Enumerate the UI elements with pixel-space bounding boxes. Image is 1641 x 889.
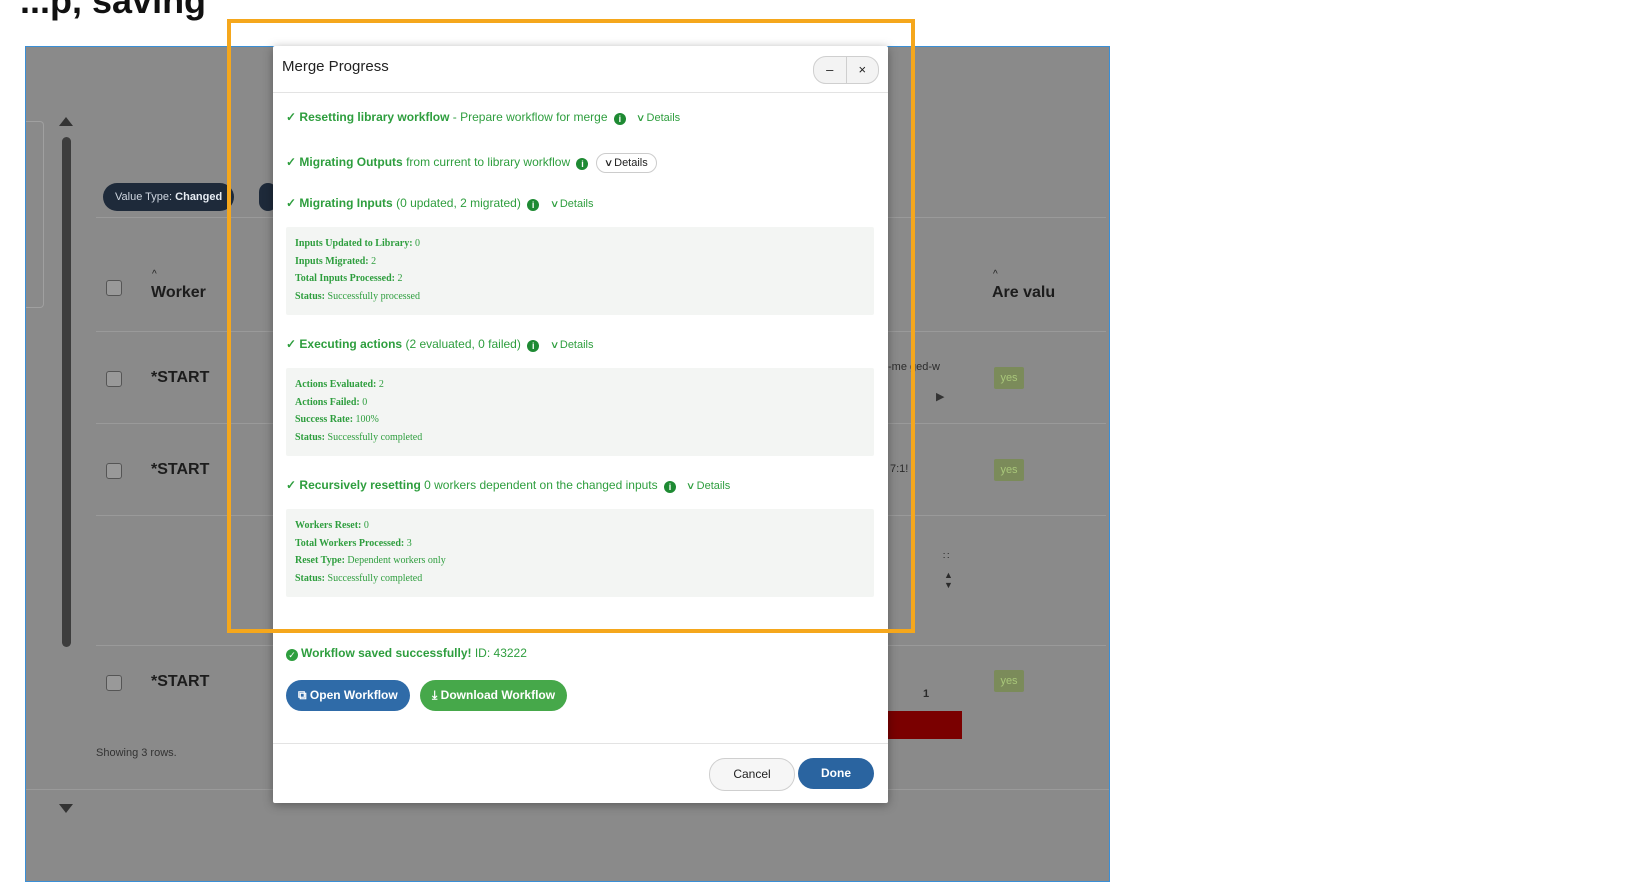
details-toggle[interactable]: ∨Details [686, 480, 730, 492]
details-toggle[interactable]: ∨Details [549, 339, 593, 351]
details-toggle[interactable]: ∨Details [549, 198, 593, 210]
status-badge: yes [994, 670, 1024, 692]
details-toggle[interactable]: ∨Details [636, 112, 680, 124]
step-description: (0 updated, 2 migrated) [392, 196, 521, 210]
play-icon[interactable]: ▶ [936, 390, 944, 403]
step-description: 0 workers dependent on the changed input… [420, 478, 658, 492]
sort-icon[interactable]: ^ [152, 269, 157, 280]
step-title: Migrating Inputs [299, 196, 393, 210]
step-migrate-outputs: ✓ Migrating Outputs from current to libr… [286, 153, 657, 173]
cell-fragment: -me ged-w [888, 361, 940, 373]
check-icon: ✓ [286, 196, 297, 210]
chip-label: Value Type: [115, 191, 173, 203]
detail-line: Status: Successfully completed [295, 572, 423, 584]
check-icon: ✓ [286, 155, 297, 169]
chevron-down-icon: ∨ [549, 340, 559, 351]
detail-line: Inputs Updated to Library: 0 [295, 238, 421, 249]
detail-line: Total Workers Processed: 3 [295, 537, 412, 549]
row-checkbox[interactable] [106, 371, 122, 387]
status-badge: yes [994, 367, 1024, 389]
step-migrate-inputs: ✓ Migrating Inputs (0 updated, 2 migrate… [286, 196, 593, 211]
row-count-text: Showing 3 rows. [96, 747, 177, 759]
error-bar [886, 711, 962, 739]
step-title: ...p, saving [20, 0, 207, 21]
table-cell-worker: *START [151, 369, 210, 386]
step-description: - Prepare workflow for merge [449, 110, 608, 124]
step-recursive-reset: ✓ Recursively resetting 0 workers depend… [286, 478, 730, 493]
vertical-scrollbar[interactable] [62, 137, 71, 647]
cell-fragment: 1 [923, 688, 930, 700]
step-title: Resetting library workflow [299, 110, 450, 124]
chevron-down-icon: ∨ [686, 481, 696, 492]
step-title: Migrating Outputs [299, 155, 403, 169]
external-link-icon: ⧉ [298, 688, 307, 702]
detail-line: Workers Reset: 0 [295, 520, 369, 531]
sort-arrows-icon[interactable]: ▲ ▼ [944, 570, 953, 590]
drag-handle-icon[interactable]: ∷ [943, 551, 949, 562]
info-icon[interactable]: i [663, 481, 676, 493]
open-workflow-label: Open Workflow [309, 688, 398, 702]
download-workflow-button[interactable]: ⤓ Download Workflow [420, 680, 568, 711]
info-icon[interactable]: i [576, 158, 589, 170]
dialog-title: Merge Progress [282, 58, 389, 75]
save-status: ✓ Workflow saved successfully! ID: 43222 [286, 646, 527, 661]
cell-fragment: 7:1! [890, 463, 909, 475]
details-toggle[interactable]: ∨Details [595, 153, 657, 173]
window-controls: – × [813, 56, 879, 84]
actions-details-panel: Actions Evaluated: 2 Actions Failed: 0 S… [286, 368, 874, 456]
column-header-values[interactable]: Are valu [992, 284, 1055, 302]
detail-line: Inputs Migrated: 2 [295, 255, 377, 267]
left-panel-edge [26, 121, 44, 308]
status-badge: yes [994, 459, 1024, 481]
scroll-down-icon[interactable] [59, 804, 73, 813]
step-title: Recursively resetting [299, 478, 421, 492]
select-all-checkbox[interactable] [106, 280, 122, 296]
open-workflow-button[interactable]: ⧉ Open Workflow [286, 680, 410, 711]
step-description: from current to library workflow [402, 155, 571, 169]
info-icon[interactable]: i [527, 199, 540, 211]
check-icon: ✓ [286, 478, 297, 492]
chevron-down-icon: ∨ [636, 113, 646, 124]
cancel-button[interactable]: Cancel [709, 758, 795, 791]
minimize-button[interactable]: – [814, 57, 847, 83]
check-icon: ✓ [286, 337, 297, 351]
inputs-details-panel: Inputs Updated to Library: 0 Inputs Migr… [286, 227, 874, 315]
download-workflow-label: Download Workflow [440, 688, 556, 702]
row-checkbox[interactable] [106, 675, 122, 691]
done-button[interactable]: Done [798, 758, 874, 789]
step-title: Executing actions [299, 337, 403, 351]
info-icon[interactable]: i [527, 340, 540, 352]
merge-progress-dialog: Merge Progress – × ✓ Resetting library w… [273, 46, 888, 803]
detail-line: Success Rate: 100% [295, 414, 379, 425]
reset-details-panel: Workers Reset: 0 Total Workers Processed… [286, 509, 874, 597]
chevron-down-icon: ∨ [603, 158, 614, 169]
detail-line: Reset Type: Dependent workers only [295, 555, 446, 566]
step-execute-actions: ✓ Executing actions (2 evaluated, 0 fail… [286, 337, 594, 352]
row-checkbox[interactable] [106, 463, 122, 479]
step-reset-library: ✓ Resetting library workflow - Prepare w… [286, 110, 680, 125]
table-cell-worker: *START [151, 461, 210, 478]
column-header-worker[interactable]: Worker [151, 284, 206, 302]
check-circle-icon: ✓ [286, 649, 298, 661]
detail-line: Actions Evaluated: 2 [295, 379, 384, 390]
chevron-down-icon: ∨ [549, 199, 559, 210]
scroll-up-icon[interactable] [59, 117, 73, 126]
detail-line: Total Inputs Processed: 2 [295, 273, 403, 284]
close-button[interactable]: × [847, 57, 879, 83]
dialog-footer-divider [273, 743, 888, 744]
table-cell-worker: *START [151, 673, 210, 690]
detail-line: Status: Successfully processed [295, 290, 420, 302]
download-icon: ⤓ [432, 688, 438, 702]
step-description: (2 evaluated, 0 failed) [402, 337, 521, 351]
detail-line: Status: Successfully completed [295, 431, 423, 443]
save-status-title: Workflow saved successfully! [301, 646, 472, 660]
workflow-id: ID: 43222 [471, 646, 527, 660]
dialog-header: Merge Progress – × [273, 46, 888, 93]
chip-value: Changed [175, 191, 223, 203]
info-icon[interactable]: i [613, 113, 626, 125]
filter-chip-value-type[interactable]: Value Type: Changed [103, 183, 235, 211]
detail-line: Actions Failed: 0 [295, 396, 368, 408]
sort-icon[interactable]: ^ [993, 269, 998, 280]
check-icon: ✓ [286, 110, 297, 124]
